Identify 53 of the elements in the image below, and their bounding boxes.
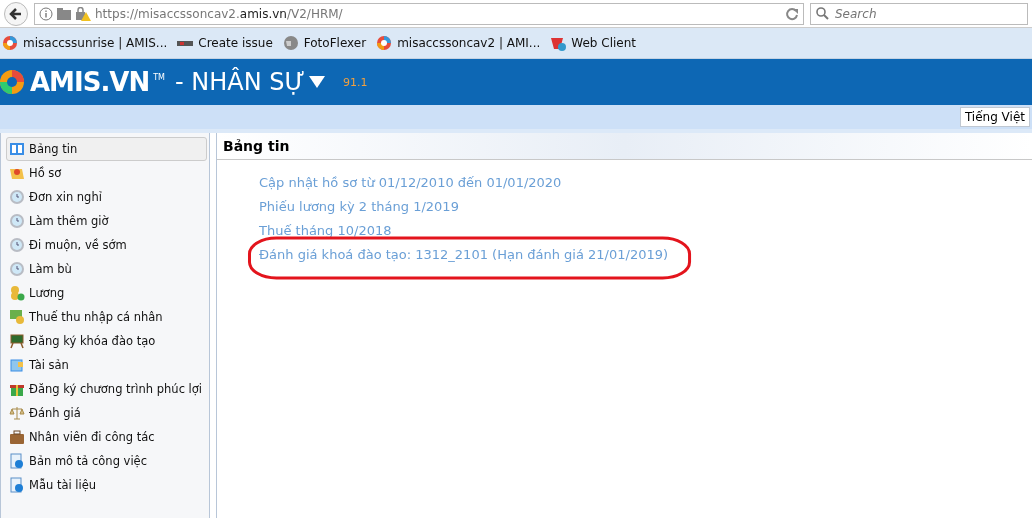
folder-icon: [57, 7, 71, 20]
trademark: TM: [153, 73, 165, 82]
menu-icon: [9, 189, 25, 205]
menu-icon: [9, 477, 25, 493]
bookmark[interactable]: misaccssoncav2 | AMI...: [376, 35, 541, 51]
back-button[interactable]: [4, 1, 28, 26]
sidebar-item[interactable]: Đánh giá: [6, 401, 207, 425]
sidebar-item[interactable]: Lương: [6, 281, 207, 305]
menu-icon: [9, 285, 25, 301]
menu-icon: [9, 333, 25, 349]
bookmark[interactable]: Create issue: [177, 35, 273, 51]
sidebar-item[interactable]: Nhân viên đi công tác: [6, 425, 207, 449]
search-icon: [816, 6, 829, 20]
sidebar-item[interactable]: Bảng tin: [6, 137, 207, 161]
version-label: 91.1: [343, 75, 368, 89]
url-text: https://misaccssoncav2.amis.vn/V2/HRM/: [95, 6, 344, 21]
back-arrow-icon: [9, 6, 23, 21]
menu-icon: [9, 237, 25, 253]
menu-icon: [9, 405, 25, 421]
menu-icon: [9, 357, 25, 373]
menu-icon: [9, 309, 25, 325]
sidebar-item[interactable]: Đơn xin nghỉ: [6, 185, 207, 209]
logo-text: AMIS.VN: [30, 67, 150, 97]
warning-lock-icon: [75, 6, 91, 21]
logo-icon: [2, 35, 18, 51]
menu-icon: [9, 261, 25, 277]
sidebar-item[interactable]: Mẫu tài liệu: [6, 473, 207, 497]
globe-icon: [282, 35, 299, 51]
menu-icon: [9, 453, 25, 469]
bookmark[interactable]: FotoFlexer: [282, 35, 367, 51]
bookmark[interactable]: Web Client: [550, 35, 637, 51]
logo-icon: [376, 35, 393, 51]
info-icon: [39, 6, 53, 21]
sidebar-item[interactable]: Làm thêm giờ: [6, 209, 207, 233]
bookmark[interactable]: misaccssunrise | AMIS...: [2, 35, 168, 51]
sidebar-item[interactable]: Đăng ký chương trình phúc lợi: [6, 377, 207, 401]
sidebar-item[interactable]: Đăng ký khóa đào tạo: [6, 329, 207, 353]
language-button[interactable]: Tiếng Việt: [959, 107, 1030, 127]
sidebar-item[interactable]: Hồ sơ: [6, 161, 207, 185]
dropdown-icon[interactable]: [309, 76, 326, 88]
sidebar-item[interactable]: Bản mô tả công việc: [6, 449, 207, 473]
menu-icon: [9, 141, 25, 157]
sidebar-item[interactable]: Tài sản: [6, 353, 207, 377]
sidebar-item[interactable]: Đi muộn, về sớm: [6, 233, 207, 257]
app-title: - NHÂN SỰ: [174, 68, 306, 96]
address-bar[interactable]: https://misaccssoncav2.amis.vn/V2/HRM/: [34, 2, 804, 25]
search-field[interactable]: Search: [810, 2, 1028, 25]
menu-icon: [9, 213, 25, 229]
menu-icon: [9, 429, 25, 445]
panel-title: Bảng tin: [217, 133, 1032, 160]
sidebar-item[interactable]: Làm bù: [6, 257, 207, 281]
reload-icon[interactable]: [785, 6, 799, 21]
sidebar-item[interactable]: Thuế thu nhập cá nhân: [6, 305, 207, 329]
